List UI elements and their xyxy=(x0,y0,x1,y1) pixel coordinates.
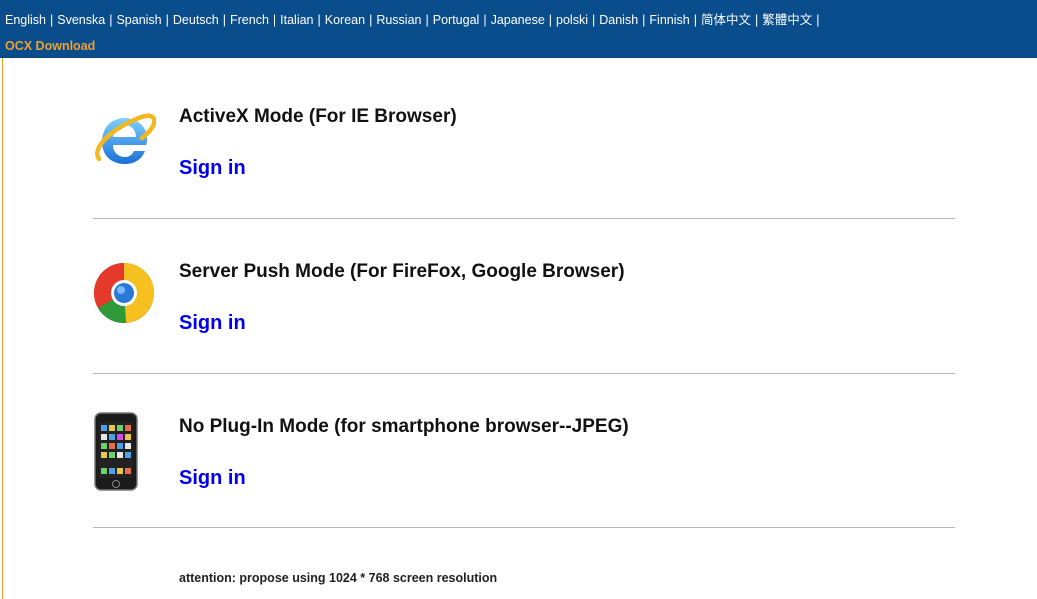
lang-link-french[interactable]: French xyxy=(230,13,269,27)
separator: | xyxy=(592,13,596,27)
lang-link-portugal[interactable]: Portugal xyxy=(433,13,480,27)
ocx-download-link[interactable]: OCX Download xyxy=(5,39,95,53)
lang-link-polski[interactable]: polski xyxy=(556,13,588,27)
lang-link-svenska[interactable]: Svenska xyxy=(57,13,105,27)
separator: | xyxy=(50,13,54,27)
separator: | xyxy=(272,13,277,27)
lang-link-spanish[interactable]: Spanish xyxy=(116,13,161,27)
sign-in-link[interactable]: Sign in xyxy=(179,157,246,180)
divider xyxy=(93,373,955,374)
left-border xyxy=(2,58,3,599)
top-bar: English | Svenska | Spanish | Deutsch | French | I… xyxy=(0,0,1037,58)
divider xyxy=(93,218,955,219)
mode-title: Server Push Mode (For FireFox, Google Br… xyxy=(179,261,625,282)
separator: | xyxy=(222,13,226,27)
separator: | xyxy=(425,13,429,27)
chrome-icon xyxy=(92,261,156,325)
separator: | xyxy=(483,13,487,27)
lang-link-russian[interactable]: Russian xyxy=(376,13,421,27)
separator: | xyxy=(816,13,820,27)
ie-icon xyxy=(94,104,157,176)
separator: | xyxy=(369,13,373,27)
smartphone-icon xyxy=(94,412,138,492)
separator: | xyxy=(109,13,113,27)
separator: | xyxy=(693,13,697,27)
lang-link-simplified-chinese[interactable]: 简体中文 xyxy=(701,13,751,27)
lang-link-english[interactable]: English xyxy=(5,13,46,27)
mode-title: ActiveX Mode (For IE Browser) xyxy=(179,106,457,127)
language-bar: English | Svenska | Spanish | Deutsch | French | I… xyxy=(5,13,824,27)
separator: | xyxy=(754,13,759,27)
lang-link-danish[interactable]: Danish xyxy=(599,13,638,27)
lang-link-traditional-chinese[interactable]: 繁體中文 xyxy=(762,13,812,27)
lang-link-italian[interactable]: Italian xyxy=(280,13,313,27)
attention-note: attention: propose using 1024 * 768 scre… xyxy=(179,571,498,585)
lang-link-finnish[interactable]: Finnish xyxy=(649,13,689,27)
separator: | xyxy=(642,13,646,27)
lang-link-korean[interactable]: Korean xyxy=(325,13,365,27)
mode-title: No Plug-In Mode (for smartphone browser-… xyxy=(179,416,629,437)
sign-in-link[interactable]: Sign in xyxy=(179,312,246,335)
separator: | xyxy=(548,13,553,27)
sign-in-link[interactable]: Sign in xyxy=(179,467,246,490)
divider xyxy=(93,527,955,528)
lang-link-deutsch[interactable]: Deutsch xyxy=(173,13,219,27)
separator: | xyxy=(165,13,169,27)
separator: | xyxy=(317,13,321,27)
lang-link-japanese[interactable]: Japanese xyxy=(491,13,545,27)
